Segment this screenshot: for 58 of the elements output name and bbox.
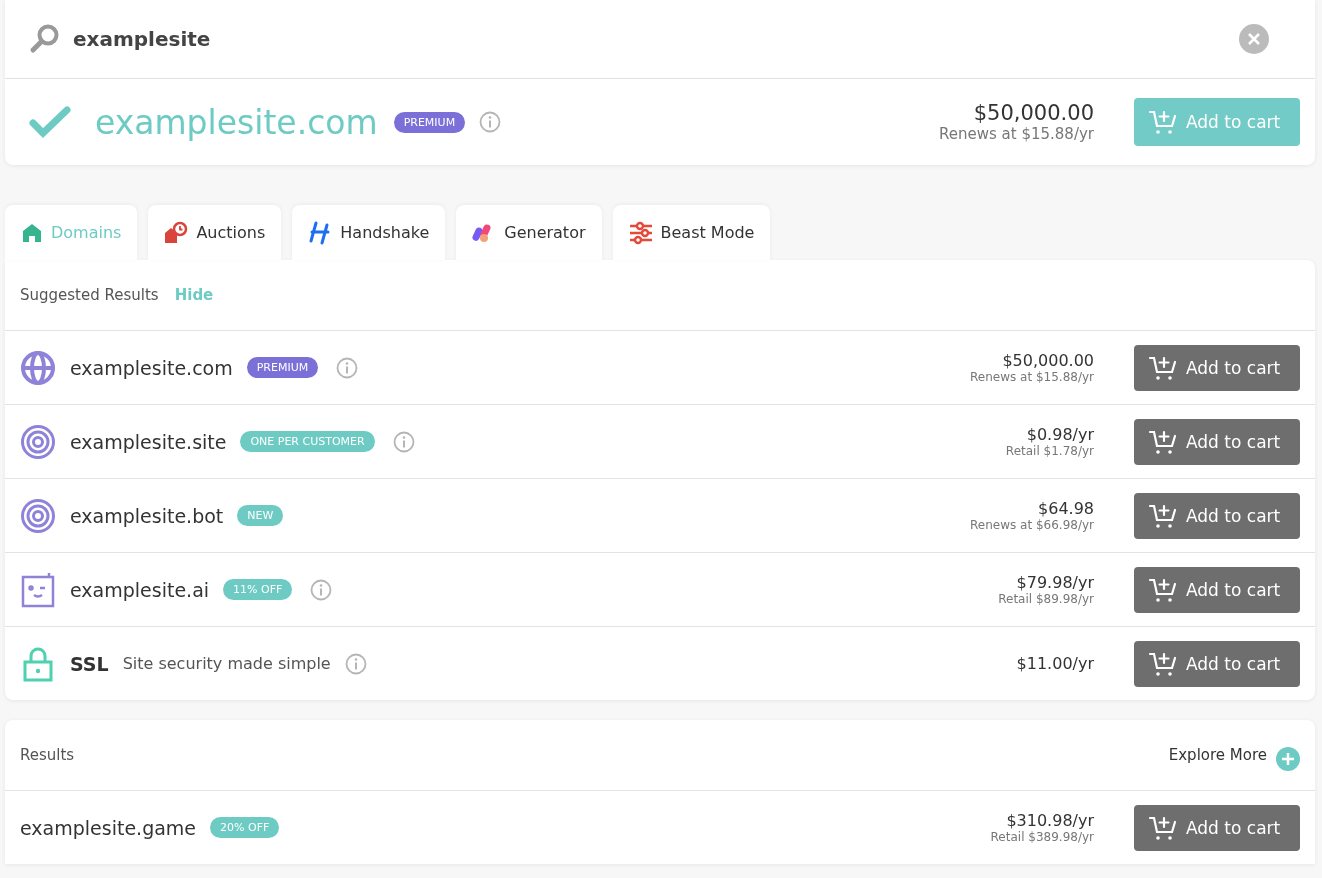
- robot-face-icon: [20, 571, 56, 608]
- info-icon[interactable]: [310, 578, 333, 601]
- search-icon: [29, 23, 61, 55]
- price: $50,000.00: [972, 101, 1094, 125]
- renewal-price: Renews at $66.98/yr: [970, 518, 1094, 532]
- add-to-cart-icon: [1148, 108, 1178, 136]
- domain-tag: PREMIUM: [393, 111, 466, 133]
- domain-name: examplesite.ai: [70, 578, 210, 601]
- price: $0.98/yr: [1025, 425, 1094, 444]
- add-to-cart-button[interactable]: Add to cart: [1134, 640, 1300, 687]
- explore-more-button[interactable]: Explore More: [1168, 738, 1301, 772]
- add-to-cart-button[interactable]: Add to cart: [1134, 344, 1300, 391]
- domain-tag: 20% OFF: [210, 817, 280, 838]
- info-icon[interactable]: [344, 652, 367, 675]
- available-domain: examplesite.com: [95, 102, 378, 142]
- clear-search-button[interactable]: [1239, 24, 1269, 54]
- domain-name: examplesite.game: [20, 816, 197, 839]
- tab[interactable]: Generator: [456, 205, 602, 260]
- target-icon: [20, 423, 56, 460]
- renewal-price: Renews at $15.88/yr: [939, 125, 1094, 143]
- domain-tag: NEW: [237, 505, 284, 526]
- domain-name: examplesite.com: [70, 356, 233, 379]
- add-to-cart-button[interactable]: Add to cart: [1134, 492, 1300, 539]
- domain-name: examplesite.site: [70, 430, 227, 453]
- renewal-price: Renews at $15.88/yr: [970, 370, 1094, 384]
- house-icon: [21, 221, 43, 244]
- domain-tag: ONE PER CUSTOMER: [240, 431, 375, 452]
- add-to-cart-button[interactable]: Add to cart: [1134, 566, 1300, 613]
- sliders-icon: [628, 220, 653, 245]
- info-icon[interactable]: [392, 430, 415, 453]
- price: $50,000.00: [1001, 351, 1094, 370]
- tab[interactable]: Beast Mode: [612, 205, 771, 260]
- add-to-cart-button[interactable]: Add to cart: [1134, 804, 1300, 851]
- section-title: Results: [20, 746, 75, 764]
- price: $310.98/yr: [1005, 811, 1094, 830]
- domain-tag: 11% OFF: [223, 579, 293, 600]
- renewal-price: Retail $89.98/yr: [998, 592, 1094, 606]
- clock-house-icon: [164, 220, 189, 245]
- section-title: Suggested Results: [20, 286, 159, 304]
- renewal-price: Retail $1.78/yr: [1005, 444, 1094, 458]
- domain-name: SSL: [70, 652, 109, 675]
- price: $11.00/yr: [1016, 654, 1094, 673]
- add-to-cart-button[interactable]: Add to cart: [1134, 418, 1300, 465]
- price: $79.98/yr: [1015, 573, 1094, 592]
- target-icon: [20, 497, 56, 534]
- globe-icon: [20, 349, 56, 386]
- renewal-price: Retail $389.98/yr: [990, 830, 1094, 844]
- info-icon[interactable]: [336, 356, 359, 379]
- checkmark-icon: [29, 106, 71, 138]
- plus-icon: [1275, 746, 1301, 772]
- price: $64.98: [1037, 499, 1094, 518]
- domain-tag: PREMIUM: [246, 357, 319, 378]
- info-icon[interactable]: [479, 111, 502, 133]
- close-icon: [1248, 33, 1260, 45]
- domain-name: examplesite.bot: [70, 504, 224, 527]
- product-description: Site security made simple: [122, 654, 331, 673]
- tab[interactable]: Handshake: [292, 205, 446, 260]
- tab[interactable]: Auctions: [148, 205, 282, 260]
